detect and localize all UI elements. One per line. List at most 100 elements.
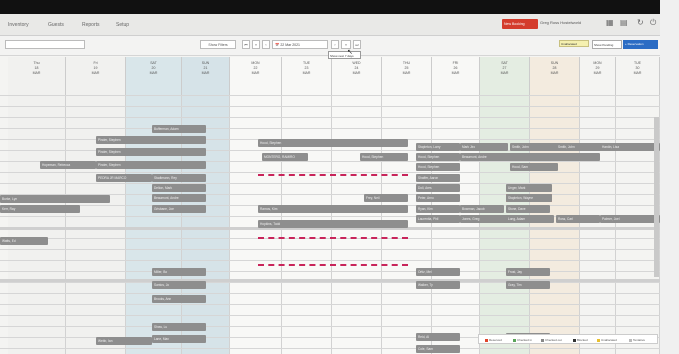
booking-bar[interactable]: Hopkins, Todd	[258, 220, 408, 228]
booking-bar[interactable]: Ross, Carl	[556, 215, 600, 223]
highlight-underline	[258, 174, 408, 176]
nav-setup[interactable]: Setup	[116, 22, 129, 28]
nav-inventory[interactable]: Inventory	[8, 22, 29, 28]
booking-bar[interactable]: Grisbane, Joe	[152, 205, 206, 213]
date-picker[interactable]: 📅 22 Mar 2021	[272, 40, 328, 49]
booking-bar[interactable]: Smith, John	[510, 143, 558, 151]
booking-bar[interactable]: Pinder, Stephen	[96, 136, 206, 144]
day-header: Fri 19 MAR	[66, 57, 126, 95]
booking-bar[interactable]: Kerr, Ray	[0, 205, 80, 213]
prev-day-icon[interactable]: ‹	[262, 40, 270, 49]
booking-bar[interactable]: Stapleton, Larry	[416, 143, 460, 151]
prev-week-icon[interactable]: «	[252, 40, 260, 49]
booking-bar[interactable]: Pinder, Stephen	[96, 148, 206, 156]
nav-reports[interactable]: Reports	[82, 22, 100, 28]
day-header: FRI 26 MAR	[432, 57, 480, 95]
booking-bar[interactable]: Walker, Ty	[416, 281, 460, 289]
legend-blocked: Blocked	[573, 338, 588, 342]
day-header: Thu 18 MAR	[8, 57, 66, 95]
row-divider	[0, 271, 660, 272]
last-icon[interactable]: ⏭	[353, 40, 361, 49]
calendar-icon[interactable]: ▤	[620, 18, 628, 27]
row-divider	[0, 117, 660, 118]
booking-bar[interactable]: Gray, Tim	[506, 281, 550, 289]
booking-bar[interactable]: Beaumont, Andre	[460, 153, 600, 161]
booking-bar[interactable]: Hood, Stephen	[416, 153, 460, 161]
booking-bar[interactable]: Santos, Jo	[152, 281, 206, 289]
booking-bar[interactable]: Doll, Ares	[416, 184, 460, 192]
booking-bar[interactable]: Cole, Sam	[416, 345, 460, 353]
show-filters-button[interactable]: Show Filters	[200, 40, 236, 49]
booking-bar[interactable]: Mark Jiro	[460, 143, 508, 151]
booking-bar[interactable]: Jones, Greg	[460, 215, 508, 223]
new-booking-button[interactable]: New Booking	[502, 19, 538, 29]
row-divider	[0, 282, 660, 283]
booking-bar[interactable]: Beaumont, Andre	[152, 194, 206, 202]
booking-bar[interactable]: Delton, Mark	[152, 184, 206, 192]
row-divider	[0, 315, 660, 316]
booking-bar[interactable]: Shaffer, Aaron	[416, 174, 460, 182]
booking-bar[interactable]: Long, Adam	[506, 215, 554, 223]
booking-bar[interactable]: Bufferman, Adam	[152, 125, 206, 133]
booking-bar[interactable]: Ryan, Kim	[416, 205, 460, 213]
row-divider	[0, 183, 660, 184]
show-pending-button[interactable]: Show Pending	[592, 40, 622, 49]
first-icon[interactable]: ⏮	[242, 40, 250, 49]
booking-bar[interactable]: Unger, Mark	[506, 184, 552, 192]
booking-bar[interactable]: Bowman, Jacob	[460, 205, 504, 213]
row-divider	[0, 348, 660, 349]
booking-bar[interactable]: Frey, Neil	[364, 194, 408, 202]
nav-guests[interactable]: Guests	[48, 22, 64, 28]
booking-bar[interactable]: Smith, John	[556, 143, 606, 151]
booking-bar[interactable]: Ortiz, Mel	[416, 268, 460, 276]
booking-bar[interactable]: Miller, Bo	[152, 268, 206, 276]
tooltip: Show next 7 days	[328, 51, 361, 59]
toolbar: Show Filters ⏮ « ‹ 📅 22 Mar 2021 › » ⏭ S…	[0, 36, 660, 59]
booking-bar[interactable]: Palmer, Joel	[600, 215, 660, 223]
booking-bar[interactable]: Watts, Ed	[0, 237, 48, 245]
legend-label: Checked out	[545, 338, 562, 342]
scrollbar[interactable]	[654, 117, 659, 277]
row-divider	[0, 128, 660, 129]
legend-unallocated: Unallocated	[597, 338, 617, 342]
add-reservation-button[interactable]: + Reservation	[623, 40, 658, 49]
booking-bar[interactable]: MONTERO, RAMIRO	[262, 153, 308, 161]
booking-bar[interactable]: Hardin, Lisa	[600, 143, 660, 151]
day-header-month: MAR	[32, 71, 41, 75]
grid-icon[interactable]: ▦	[606, 18, 614, 27]
booking-bar[interactable]: Stadtmann, Rey	[152, 174, 206, 182]
day-header: TUE 23 MAR	[282, 57, 332, 95]
search-input[interactable]	[5, 40, 85, 49]
booking-bar[interactable]: Lane, Max	[152, 335, 206, 343]
legend-checked-out: Checked out	[541, 338, 562, 342]
booking-bar[interactable]: Shaw, Lu	[152, 323, 206, 331]
booking-bar[interactable]: Hood, Stephen	[416, 163, 460, 171]
booking-bar[interactable]: Brooks, Ann	[152, 295, 206, 303]
booking-bar[interactable]: Frost, Jay	[506, 268, 550, 276]
unallocated-badge[interactable]: Unallocated	[559, 40, 589, 47]
booking-bar[interactable]: Laurentia, Phil	[416, 215, 460, 223]
booking-bar[interactable]: Pinder, Stephen	[96, 161, 206, 169]
booking-bar[interactable]: Hood, Stephen	[258, 139, 408, 147]
booking-bar[interactable]: Peter, Arno	[416, 194, 460, 202]
row-divider	[0, 293, 660, 294]
day-header: MON 29 MAR	[580, 57, 616, 95]
refresh-icon[interactable]: ↻	[637, 18, 644, 27]
day-header-month: MAR	[352, 71, 361, 75]
booking-bar[interactable]: Hopeman, Rebecca	[40, 161, 96, 169]
booking-bar[interactable]: Webb, Ian	[96, 337, 152, 345]
booking-bar[interactable]: Reid, Al	[416, 333, 460, 341]
booking-bar[interactable]: Stone, Dave	[506, 205, 550, 213]
booking-bar[interactable]: Hood, Sam	[510, 163, 558, 171]
day-header-month: MAR	[451, 71, 460, 75]
booking-bar[interactable]: Stapleton, Wayne	[506, 194, 552, 202]
date-value: 22 Mar 2021	[280, 43, 300, 47]
day-header: SAT 27 MAR	[480, 57, 530, 95]
power-icon[interactable]: ⏻	[650, 18, 656, 28]
booking-bar[interactable]: PEDRA JR MARCO	[96, 174, 152, 182]
booking-bar[interactable]: Burke, Lyn	[0, 195, 110, 203]
booking-bar[interactable]: Hood, Stephen	[360, 153, 408, 161]
next-day-icon[interactable]: ›	[331, 40, 339, 49]
user-menu[interactable]: Greg Ross Hostelworld	[540, 20, 581, 25]
booking-bar[interactable]: Ramos, Kim	[258, 205, 408, 213]
